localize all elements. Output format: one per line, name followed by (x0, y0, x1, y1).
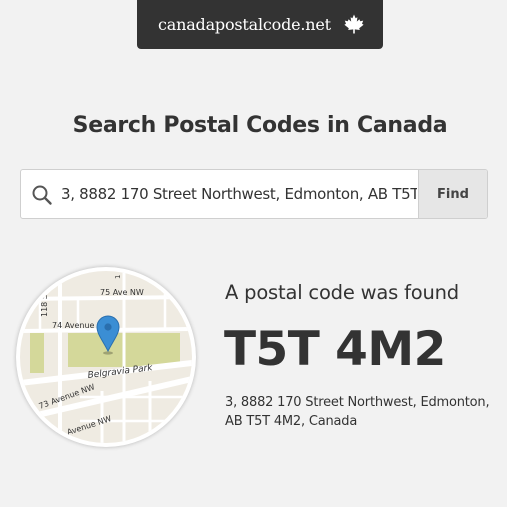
map-image: 75 Ave NW 74 Avenue NW Belgravia Park 73… (20, 271, 192, 443)
maple-leaf-icon (344, 14, 364, 34)
brand-header[interactable]: canadapostalcode.net (137, 0, 383, 49)
result-found-label: A postal code was found (225, 281, 459, 304)
search-input[interactable] (61, 170, 417, 218)
result-postal-code: T5T 4M2 (224, 322, 446, 377)
search-bar: Find (20, 169, 488, 219)
map-label-75-ave: 75 Ave NW (100, 288, 144, 297)
result-address: 3, 8882 170 Street Northwest, Edmonton, … (225, 395, 490, 429)
map-label-118-st: 118 St (40, 291, 49, 317)
svg-text:1: 1 (114, 275, 122, 279)
location-map[interactable]: 75 Ave NW 74 Avenue NW Belgravia Park 73… (16, 267, 196, 447)
brand-name: canadapostalcode.net (158, 15, 331, 34)
find-button[interactable]: Find (418, 170, 487, 218)
search-icon (32, 185, 52, 205)
page: canadapostalcode.net Search Postal Codes… (0, 0, 507, 507)
page-title: Search Postal Codes in Canada (72, 113, 448, 138)
